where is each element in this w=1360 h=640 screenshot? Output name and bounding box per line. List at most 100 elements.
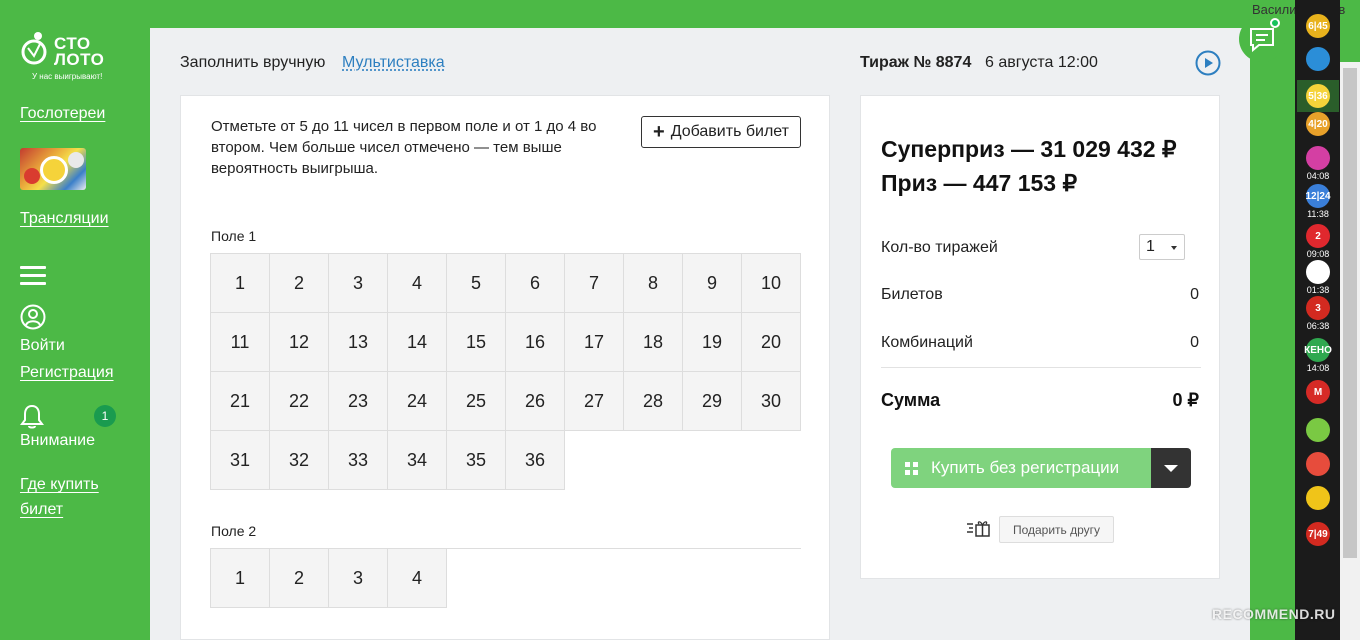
number-cell[interactable]: 31 <box>211 431 270 490</box>
combinations-label: Комбинаций <box>881 334 973 351</box>
number-cell[interactable]: 36 <box>506 431 565 490</box>
number-cell[interactable]: 3 <box>329 549 388 608</box>
play-icon[interactable] <box>1195 50 1221 76</box>
scrollbar-thumb[interactable] <box>1343 68 1357 558</box>
number-cell[interactable]: 1 <box>211 254 270 313</box>
number-cell[interactable]: 29 <box>683 372 742 431</box>
nav-attention[interactable]: Внимание <box>20 432 95 450</box>
number-cell[interactable]: 21 <box>211 372 270 431</box>
logo-icon <box>21 32 47 65</box>
number-cell[interactable]: 9 <box>683 254 742 313</box>
number-cell[interactable]: 15 <box>447 313 506 372</box>
game-item[interactable]: 01:38 <box>1303 260 1333 295</box>
number-cell[interactable]: 5 <box>447 254 506 313</box>
number-cell[interactable]: 22 <box>270 372 329 431</box>
number-cell[interactable]: 19 <box>683 313 742 372</box>
game-logo-icon: 12|24 <box>1305 184 1331 208</box>
number-cell[interactable]: 12 <box>270 313 329 372</box>
buy-without-registration-button[interactable]: Купить без регистрации <box>891 448 1151 488</box>
number-cell[interactable]: 11 <box>211 313 270 372</box>
number-cell[interactable]: 2 <box>270 254 329 313</box>
number-cell[interactable]: 16 <box>506 313 565 372</box>
tab-manual[interactable]: Заполнить вручную <box>180 54 325 72</box>
number-cell[interactable]: 30 <box>742 372 801 431</box>
number-cell[interactable]: 25 <box>447 372 506 431</box>
tickets-value: 0 <box>1190 286 1199 303</box>
game-item[interactable]: 12|24 11:38 <box>1303 184 1333 219</box>
nav-register[interactable]: Регистрация <box>20 364 114 382</box>
user-icon[interactable] <box>20 304 46 330</box>
number-cell[interactable]: 27 <box>565 372 624 431</box>
number-cell[interactable]: 35 <box>447 431 506 490</box>
number-cell[interactable]: 18 <box>624 313 683 372</box>
game-item[interactable]: 6|45 <box>1303 14 1333 38</box>
number-cell[interactable]: 33 <box>329 431 388 490</box>
number-cell[interactable]: 14 <box>388 313 447 372</box>
sidebar: СТО ЛОТО У нас выигрывают! Гослотереи Тр… <box>0 0 150 640</box>
logo-line2: ЛОТО <box>54 50 105 69</box>
ticket-instructions: Отметьте от 5 до 11 чисел в первом поле … <box>211 118 597 177</box>
game-item[interactable] <box>1303 486 1333 510</box>
stoloto-logo[interactable]: СТО ЛОТО У нас выигрывают! <box>20 30 120 85</box>
nav-where-to-buy[interactable]: Где купить <box>20 476 99 494</box>
number-cell[interactable]: 1 <box>211 549 270 608</box>
game-item[interactable]: 7|49 <box>1303 522 1333 546</box>
gift-to-friend-button[interactable]: Подарить другу <box>999 516 1114 543</box>
superprize: Суперприз — 31 029 432 ₽ <box>881 136 1177 162</box>
nav-gos-lotteries[interactable]: Гослотереи <box>20 105 105 123</box>
number-cell[interactable]: 3 <box>329 254 388 313</box>
draws-label: Кол-во тиражей <box>881 239 998 256</box>
number-cell[interactable]: 4 <box>388 549 447 608</box>
game-timer: 09:08 <box>1306 249 1330 259</box>
total-value: 0 ₽ <box>1172 390 1199 410</box>
add-ticket-button[interactable]: + Добавить билет <box>641 116 801 148</box>
tab-multi[interactable]: Мультиставка <box>342 54 445 72</box>
number-cell[interactable]: 13 <box>329 313 388 372</box>
number-cell[interactable]: 23 <box>329 372 388 431</box>
game-logo-icon: КЕНО <box>1304 338 1332 362</box>
number-cell[interactable]: 4 <box>388 254 447 313</box>
logo-wordmark: СТО ЛОТО <box>54 35 105 69</box>
menu-icon[interactable] <box>20 266 46 286</box>
game-item[interactable]: КЕНО 14:08 <box>1303 338 1333 373</box>
number-cell[interactable]: 28 <box>624 372 683 431</box>
number-cell[interactable]: 20 <box>742 313 801 372</box>
main-panel: Заполнить вручную Мультиставка Тираж № 8… <box>150 28 1250 640</box>
number-cell[interactable]: 24 <box>388 372 447 431</box>
game-item[interactable]: 04:08 <box>1303 146 1333 181</box>
number-cell[interactable]: 7 <box>565 254 624 313</box>
bell-icon[interactable] <box>20 404 44 430</box>
number-cell[interactable]: 26 <box>506 372 565 431</box>
game-item[interactable] <box>1303 47 1333 71</box>
number-cell[interactable]: 2 <box>270 549 329 608</box>
number-cell[interactable]: 10 <box>742 254 801 313</box>
draws-select-value: 1 <box>1146 238 1155 255</box>
number-cell[interactable]: 32 <box>270 431 329 490</box>
game-logo-icon <box>1306 260 1330 284</box>
broadcasts-thumbnail[interactable] <box>20 148 86 190</box>
game-item[interactable]: 5|36 <box>1297 80 1339 112</box>
number-cell[interactable]: 6 <box>506 254 565 313</box>
game-item[interactable] <box>1303 452 1333 476</box>
number-cell[interactable]: 8 <box>624 254 683 313</box>
divider <box>881 367 1201 368</box>
draw-date: 6 августа 12:00 <box>985 54 1098 71</box>
game-item[interactable]: 2 09:08 <box>1303 224 1333 259</box>
scrollbar[interactable] <box>1340 62 1360 640</box>
game-item[interactable]: 3 06:38 <box>1303 296 1333 331</box>
nav-login[interactable]: Войти <box>20 337 65 355</box>
number-cell[interactable]: 17 <box>565 313 624 372</box>
game-logo-icon <box>1306 146 1330 170</box>
chevron-down-icon <box>1171 246 1177 250</box>
nav-broadcasts[interactable]: Трансляции <box>20 210 109 228</box>
game-item[interactable]: 4|20 <box>1303 112 1333 136</box>
game-item[interactable] <box>1303 418 1333 442</box>
game-item[interactable]: М <box>1303 380 1333 404</box>
total-label: Сумма <box>881 390 941 410</box>
number-cell[interactable]: 34 <box>388 431 447 490</box>
nav-where-to-buy-2[interactable]: билет <box>20 501 63 519</box>
draws-select[interactable]: 1 <box>1139 234 1185 260</box>
buy-options-dropdown[interactable] <box>1151 448 1191 488</box>
summary-card: Суперприз — 31 029 432 ₽ Приз — 447 153 … <box>860 95 1220 579</box>
logo-tagline: У нас выигрывают! <box>32 72 103 81</box>
